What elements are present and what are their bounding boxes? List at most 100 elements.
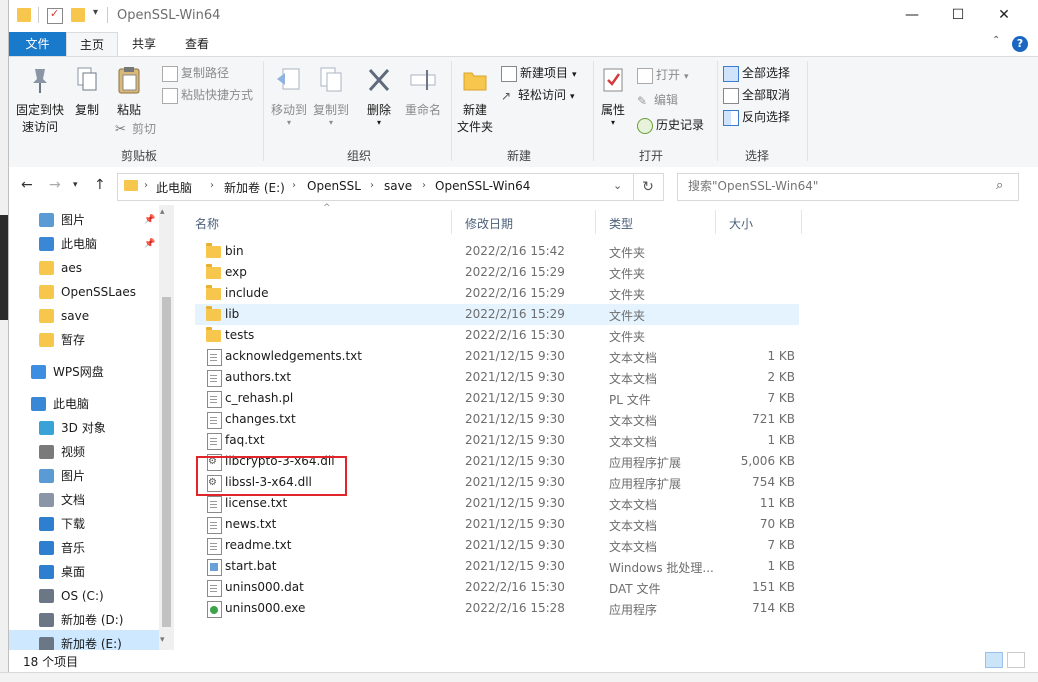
file-row[interactable]: unins000.exe 2022/2/16 15:28 应用程序 714 KB bbox=[195, 598, 799, 619]
file-row[interactable]: start.bat 2021/12/15 9:30 Windows 批处理... 1 … bbox=[195, 556, 799, 577]
nav-item[interactable]: 3D 对象 bbox=[9, 416, 159, 440]
paste-shortcut-button[interactable]: 粘贴快捷方式 bbox=[162, 85, 253, 105]
search-icon[interactable]: ⌕ bbox=[996, 178, 1003, 193]
column-header-size[interactable]: 大小 bbox=[729, 215, 753, 232]
file-row[interactable]: lib 2022/2/16 15:29 文件夹 bbox=[195, 304, 799, 325]
minimize-button[interactable]: — bbox=[889, 0, 935, 31]
nav-item[interactable]: 下载 bbox=[9, 512, 159, 536]
nav-item[interactable]: 新加卷 (E:) bbox=[9, 632, 159, 650]
chevron-right-icon: › bbox=[210, 180, 214, 191]
back-arrow-icon[interactable]: ← bbox=[21, 177, 33, 193]
file-row[interactable]: readme.txt 2021/12/15 9:30 文本文档 7 KB bbox=[195, 535, 799, 556]
file-date: 2021/12/15 9:30 bbox=[465, 517, 565, 531]
file-date: 2021/12/15 9:30 bbox=[465, 496, 565, 510]
customize-toolbar-icon[interactable]: ▾ bbox=[93, 7, 98, 18]
nav-item[interactable]: 文档 bbox=[9, 488, 159, 512]
breadcrumb-drive-e[interactable]: 新加卷 (E:) bbox=[224, 179, 285, 196]
nav-item[interactable]: 桌面 bbox=[9, 560, 159, 584]
copy-button[interactable]: 复制 bbox=[69, 65, 105, 119]
nav-item[interactable]: 暂存 bbox=[9, 328, 159, 352]
file-row[interactable]: authors.txt 2021/12/15 9:30 文本文档 2 KB bbox=[195, 367, 799, 388]
column-divider[interactable] bbox=[595, 210, 596, 234]
column-header-type[interactable]: 类型 bbox=[609, 215, 633, 232]
open-button[interactable]: 打开 ▾ bbox=[637, 65, 689, 85]
edit-button[interactable]: ✎ 编辑 bbox=[637, 90, 678, 110]
column-divider[interactable] bbox=[715, 210, 716, 234]
tab-share[interactable]: 共享 bbox=[124, 32, 164, 56]
nav-item[interactable]: OS (C:) bbox=[9, 584, 159, 608]
nav-scrollbar-thumb[interactable] bbox=[162, 297, 171, 627]
file-row[interactable]: tests 2022/2/16 15:30 文件夹 bbox=[195, 325, 799, 346]
file-row[interactable]: unins000.dat 2022/2/16 15:30 DAT 文件 151 KB bbox=[195, 577, 799, 598]
up-arrow-icon[interactable]: ↑ bbox=[94, 177, 106, 193]
file-row[interactable]: include 2022/2/16 15:29 文件夹 bbox=[195, 283, 799, 304]
file-row[interactable]: bin 2022/2/16 15:42 文件夹 bbox=[195, 241, 799, 262]
copy-to-button[interactable]: 复制到 ▾ bbox=[311, 65, 351, 127]
select-none-button[interactable]: 全部取消 bbox=[723, 85, 790, 105]
help-icon[interactable]: ? bbox=[1012, 36, 1028, 52]
file-row[interactable]: c_rehash.pl 2021/12/15 9:30 PL 文件 7 KB bbox=[195, 388, 799, 409]
invert-selection-icon bbox=[723, 109, 739, 126]
file-name: bin bbox=[225, 244, 244, 258]
nav-item[interactable]: 音乐 bbox=[9, 536, 159, 560]
nav-item[interactable]: 图片 bbox=[9, 464, 159, 488]
file-row[interactable]: faq.txt 2021/12/15 9:30 文本文档 1 KB bbox=[195, 430, 799, 451]
nav-item[interactable]: OpenSSLaes bbox=[9, 280, 159, 304]
nav-item[interactable]: 新加卷 (D:) bbox=[9, 608, 159, 632]
pin-quick-access-button[interactable]: 固定到快 速访问 bbox=[15, 65, 65, 136]
cut-button[interactable]: ✂ 剪切 bbox=[115, 119, 156, 139]
column-header-name[interactable]: 名称 bbox=[195, 215, 219, 232]
properties-button[interactable]: 属性 ▾ bbox=[595, 65, 631, 127]
file-row[interactable]: acknowledgements.txt 2021/12/15 9:30 文本文档 1… bbox=[195, 346, 799, 367]
history-button[interactable]: 历史记录 bbox=[637, 115, 704, 135]
nav-item[interactable]: save bbox=[9, 304, 159, 328]
large-icons-view-icon[interactable] bbox=[1007, 652, 1025, 668]
scroll-up-icon[interactable]: ▴ bbox=[160, 207, 165, 217]
new-folder-button[interactable]: 新建 文件夹 bbox=[455, 65, 495, 136]
delete-button[interactable]: 删除 ▾ bbox=[361, 65, 397, 127]
maximize-button[interactable]: ☐ bbox=[935, 0, 981, 31]
column-divider[interactable] bbox=[801, 210, 802, 234]
new-folder-icon[interactable] bbox=[71, 8, 85, 22]
properties-icon[interactable]: ✓ bbox=[47, 7, 63, 24]
scroll-down-icon[interactable]: ▾ bbox=[160, 635, 165, 645]
nav-item[interactable]: 此电脑 📌 bbox=[9, 232, 159, 256]
new-item-button[interactable]: 新建项目 ▾ bbox=[501, 63, 577, 83]
nav-item[interactable]: 此电脑 bbox=[9, 392, 159, 416]
tab-file[interactable]: 文件 bbox=[9, 32, 66, 56]
file-row[interactable]: exp 2022/2/16 15:29 文件夹 bbox=[195, 262, 799, 283]
select-all-button[interactable]: 全部选择 bbox=[723, 63, 790, 83]
move-to-button[interactable]: 移动到 ▾ bbox=[269, 65, 309, 127]
column-header-date[interactable]: 修改日期 bbox=[465, 215, 513, 232]
nav-item[interactable]: 图片 📌 bbox=[9, 208, 159, 232]
file-size: 714 KB bbox=[752, 601, 795, 615]
close-button[interactable]: ✕ bbox=[981, 0, 1027, 31]
file-row[interactable]: changes.txt 2021/12/15 9:30 文本文档 721 KB bbox=[195, 409, 799, 430]
details-view-icon[interactable] bbox=[985, 652, 1003, 668]
breadcrumb-this-pc[interactable]: 此电脑 bbox=[156, 179, 192, 196]
search-input[interactable] bbox=[686, 178, 990, 194]
nav-item[interactable]: aes bbox=[9, 256, 159, 280]
forward-arrow-icon[interactable]: → bbox=[49, 177, 61, 193]
address-dropdown-icon[interactable]: ⌄ bbox=[613, 179, 622, 192]
tab-view[interactable]: 查看 bbox=[177, 32, 217, 56]
file-row[interactable]: license.txt 2021/12/15 9:30 文本文档 11 KB bbox=[195, 493, 799, 514]
search-box[interactable]: ⌕ bbox=[677, 173, 1019, 201]
breadcrumb-save[interactable]: save bbox=[384, 179, 412, 193]
recent-locations-icon[interactable]: ▾ bbox=[73, 180, 78, 190]
easy-access-button[interactable]: ↗ 轻松访问 ▾ bbox=[501, 85, 575, 105]
breadcrumb-openssl-win64[interactable]: OpenSSL-Win64 bbox=[435, 179, 530, 193]
column-divider[interactable] bbox=[451, 210, 452, 234]
nav-item[interactable]: 视频 bbox=[9, 440, 159, 464]
invert-selection-button[interactable]: 反向选择 bbox=[723, 107, 790, 127]
refresh-icon[interactable]: ↻ bbox=[633, 173, 664, 201]
address-bar[interactable]: › 此电脑 › 新加卷 (E:) › OpenSSL › save › Open… bbox=[117, 173, 634, 201]
copy-path-button[interactable]: 复制路径 bbox=[162, 63, 229, 83]
collapse-ribbon-icon[interactable]: ⌃ bbox=[992, 35, 1000, 46]
paste-button[interactable]: 粘贴 bbox=[109, 65, 149, 119]
breadcrumb-openssl[interactable]: OpenSSL bbox=[307, 179, 361, 193]
rename-button[interactable]: 重命名 bbox=[401, 65, 445, 119]
tab-home[interactable]: 主页 bbox=[66, 32, 118, 57]
file-row[interactable]: news.txt 2021/12/15 9:30 文本文档 70 KB bbox=[195, 514, 799, 535]
nav-item[interactable]: WPS网盘 bbox=[9, 360, 159, 384]
